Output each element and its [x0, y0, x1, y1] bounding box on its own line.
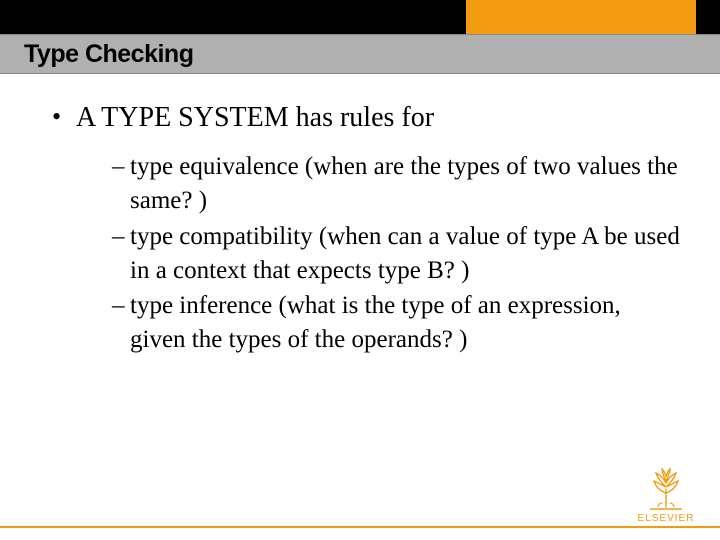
elsevier-tree-icon [640, 463, 692, 511]
sub-bullet-item: type compatibility (when can a value of … [112, 220, 680, 288]
top-orange-accent [466, 0, 696, 34]
title-bar: Type Checking [0, 34, 720, 74]
publisher-logo: ELSEVIER [630, 463, 702, 524]
sub-bullet-list: type equivalence (when are the types of … [48, 150, 680, 357]
slide-title: Type Checking [24, 40, 193, 69]
main-bullet: A TYPE SYSTEM has rules for [48, 100, 680, 136]
sub-bullet-item: type equivalence (when are the types of … [112, 150, 680, 218]
sub-bullet-item: type inference (what is the type of an e… [112, 289, 680, 357]
publisher-name: ELSEVIER [630, 513, 702, 524]
bottom-accent-line [0, 526, 720, 528]
slide-content: A TYPE SYSTEM has rules for type equival… [48, 100, 680, 359]
